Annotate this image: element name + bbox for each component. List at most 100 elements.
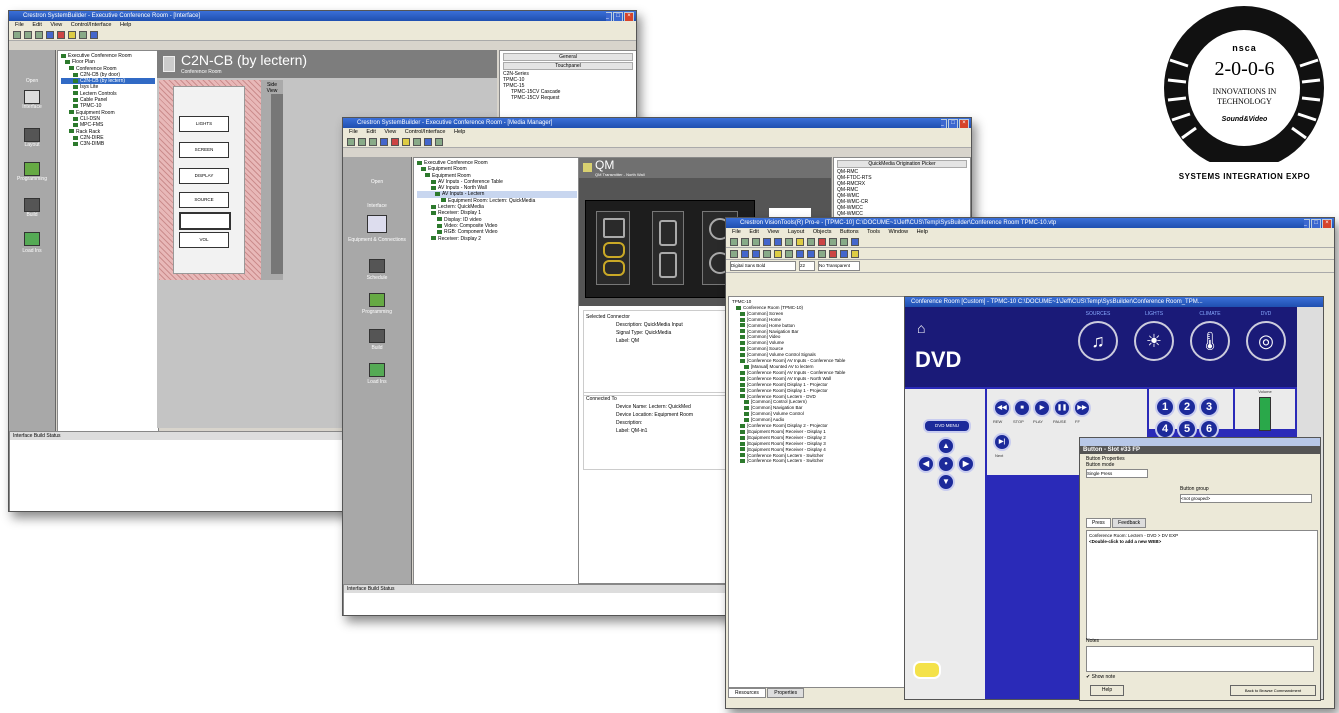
blank-button[interactable] — [179, 212, 231, 230]
layout-icon[interactable] — [424, 137, 432, 146]
lights-button[interactable]: LIGHTS — [179, 116, 229, 132]
menu-view[interactable]: View — [767, 229, 779, 235]
shape-icon[interactable] — [752, 249, 760, 258]
menu-tools[interactable]: Tools — [867, 229, 880, 235]
sidebar-item-load[interactable]: Load Ins — [9, 248, 55, 254]
tree-item[interactable]: Executive Conference Room — [424, 160, 488, 166]
tree-item[interactable]: Equipment Room — [432, 173, 471, 179]
notes-field[interactable] — [1086, 646, 1314, 672]
next-button[interactable]: ▶| — [993, 433, 1011, 451]
load-icon[interactable] — [24, 232, 40, 246]
new-icon[interactable] — [13, 30, 21, 39]
show-note-check[interactable]: ✔ Show note — [1086, 674, 1115, 680]
menu-file[interactable]: File — [732, 229, 741, 235]
tree-item[interactable]: [Common] Source — [747, 346, 783, 351]
popup-button[interactable] — [913, 661, 941, 679]
tree-item[interactable]: [Common] Home button — [747, 323, 795, 328]
tree-item[interactable]: AV Inputs - Conference Table — [438, 179, 503, 185]
sidebar-item-schedule[interactable]: Schedule — [343, 275, 411, 281]
text-icon[interactable] — [774, 249, 782, 258]
tree-item[interactable]: [Conference Room] AV Inputs - Conference… — [747, 358, 845, 363]
key-2[interactable]: 2 — [1177, 397, 1197, 417]
display-button[interactable]: DISPLAY — [179, 168, 229, 184]
pause-button[interactable]: ❚❚ — [1053, 399, 1071, 417]
copy-icon[interactable] — [774, 237, 782, 246]
maximize-button[interactable]: □ — [948, 119, 958, 128]
color-icon[interactable] — [829, 249, 837, 258]
tree-item[interactable]: [Common] Control (Lectern) — [751, 399, 807, 404]
key-5[interactable]: 5 — [1177, 419, 1197, 439]
programming-icon[interactable] — [369, 293, 385, 307]
tree-item[interactable]: RGB: Component Video — [444, 229, 498, 235]
sidebar-item-open[interactable]: Open — [9, 78, 55, 84]
menu-edit[interactable]: Edit — [749, 229, 758, 235]
nav-lights[interactable]: LIGHTS ☀ — [1129, 311, 1179, 365]
list-item[interactable]: <Double-click to add a new WEB> — [1089, 539, 1315, 545]
close-button[interactable]: × — [959, 119, 969, 128]
tree-item[interactable]: [Common] Volume — [747, 340, 784, 345]
arrow-icon[interactable] — [413, 137, 421, 146]
sidebar-item-open[interactable]: Open — [343, 179, 411, 185]
tree-item[interactable]: Receiver: Display 1 — [438, 210, 481, 216]
tree-item[interactable]: Floor Plan — [72, 59, 95, 65]
redo-icon[interactable] — [807, 237, 815, 246]
shape-icon[interactable] — [807, 249, 815, 258]
tree-item[interactable]: [Conference Room] AV Inputs - North Wall — [747, 376, 831, 381]
dvd-menu-button[interactable]: DVD MENU — [923, 419, 971, 433]
tree-item[interactable]: [Conference Room] Display 1 - Projector — [747, 382, 828, 387]
tree-item[interactable]: Display: ID video — [444, 217, 482, 223]
picker-tab[interactable]: Touchpanel — [503, 62, 633, 70]
menu-help[interactable]: Help — [454, 129, 465, 135]
picker-header[interactable]: QuickMedia Origination Picker — [837, 160, 967, 168]
tree-item-selected[interactable]: C2N-CB (by lectern) — [80, 78, 125, 84]
tree-item[interactable]: [Conference Room] Lectern - Switcher — [747, 453, 824, 458]
undo-icon[interactable] — [796, 237, 804, 246]
grid-icon[interactable] — [851, 237, 859, 246]
nav-dvd[interactable]: DVD ◎ — [1241, 311, 1291, 365]
tree-item[interactable]: TPMC-10 — [80, 103, 101, 109]
color-icon[interactable] — [851, 249, 859, 258]
menu-buttons[interactable]: Buttons — [840, 229, 859, 235]
tree-item-selected[interactable]: AV Inputs - Lectern — [442, 191, 484, 197]
new-icon[interactable] — [730, 237, 738, 246]
tree-item[interactable]: [Equipment Room] Receiver - Display 1 — [747, 429, 826, 434]
tree-item[interactable]: CLI-DSN — [80, 116, 100, 122]
tree-item[interactable]: [Common] Navigation Bar — [751, 405, 803, 410]
programming-icon[interactable] — [24, 162, 40, 176]
tree-item[interactable]: Equipment Room — [428, 166, 467, 172]
button-group-select[interactable]: <not grouped> — [1180, 494, 1312, 503]
sidebar-item-equipment[interactable]: Equipment & Connections — [343, 237, 411, 243]
sidebar-item-load[interactable]: Load Ins — [343, 379, 411, 385]
menu-help[interactable]: Help — [917, 229, 928, 235]
tree-item[interactable]: [Equipment Room] Receiver - Display 4 — [747, 447, 826, 452]
volume-slider[interactable] — [1259, 397, 1271, 431]
close-button[interactable]: × — [624, 12, 634, 21]
tree-item[interactable]: MPC-FMS — [80, 122, 103, 128]
open-icon[interactable] — [24, 30, 32, 39]
tree-item[interactable]: Lectern Controls — [80, 91, 117, 97]
tree-item[interactable]: [Common] Home — [747, 317, 781, 322]
enter-button[interactable]: ● — [937, 455, 955, 473]
maximize-button[interactable]: □ — [613, 12, 623, 21]
shape-icon[interactable] — [818, 249, 826, 258]
tree-item[interactable]: C2N-CB (by door) — [80, 72, 120, 78]
connector-icon[interactable] — [652, 211, 684, 285]
connector-icon[interactable] — [596, 211, 630, 285]
back-button[interactable]: Back to Browse Commandment — [1230, 685, 1316, 696]
tree-item[interactable]: Isys Lite — [80, 84, 98, 90]
source-button[interactable]: SOURCE — [179, 192, 229, 208]
up-arrow-icon[interactable]: ▲ — [937, 437, 955, 455]
tab-properties[interactable]: Properties — [767, 688, 805, 698]
play-button[interactable]: ▶ — [1033, 399, 1051, 417]
menu-control[interactable]: Control/Interface — [405, 129, 446, 135]
right-arrow-icon[interactable]: ▶ — [957, 455, 975, 473]
tree-item[interactable]: Receiver: Display 2 — [438, 236, 481, 242]
tree-item[interactable]: AV Inputs - North Wall — [438, 185, 487, 191]
help-icon[interactable] — [402, 137, 410, 146]
key-1[interactable]: 1 — [1155, 397, 1175, 417]
layout-icon[interactable] — [24, 128, 40, 142]
menu-layout[interactable]: Layout — [788, 229, 805, 235]
menu-control[interactable]: Control/Interface — [71, 22, 112, 28]
tab-feedback[interactable]: Feedback — [1112, 518, 1147, 528]
open-icon[interactable] — [358, 137, 366, 146]
